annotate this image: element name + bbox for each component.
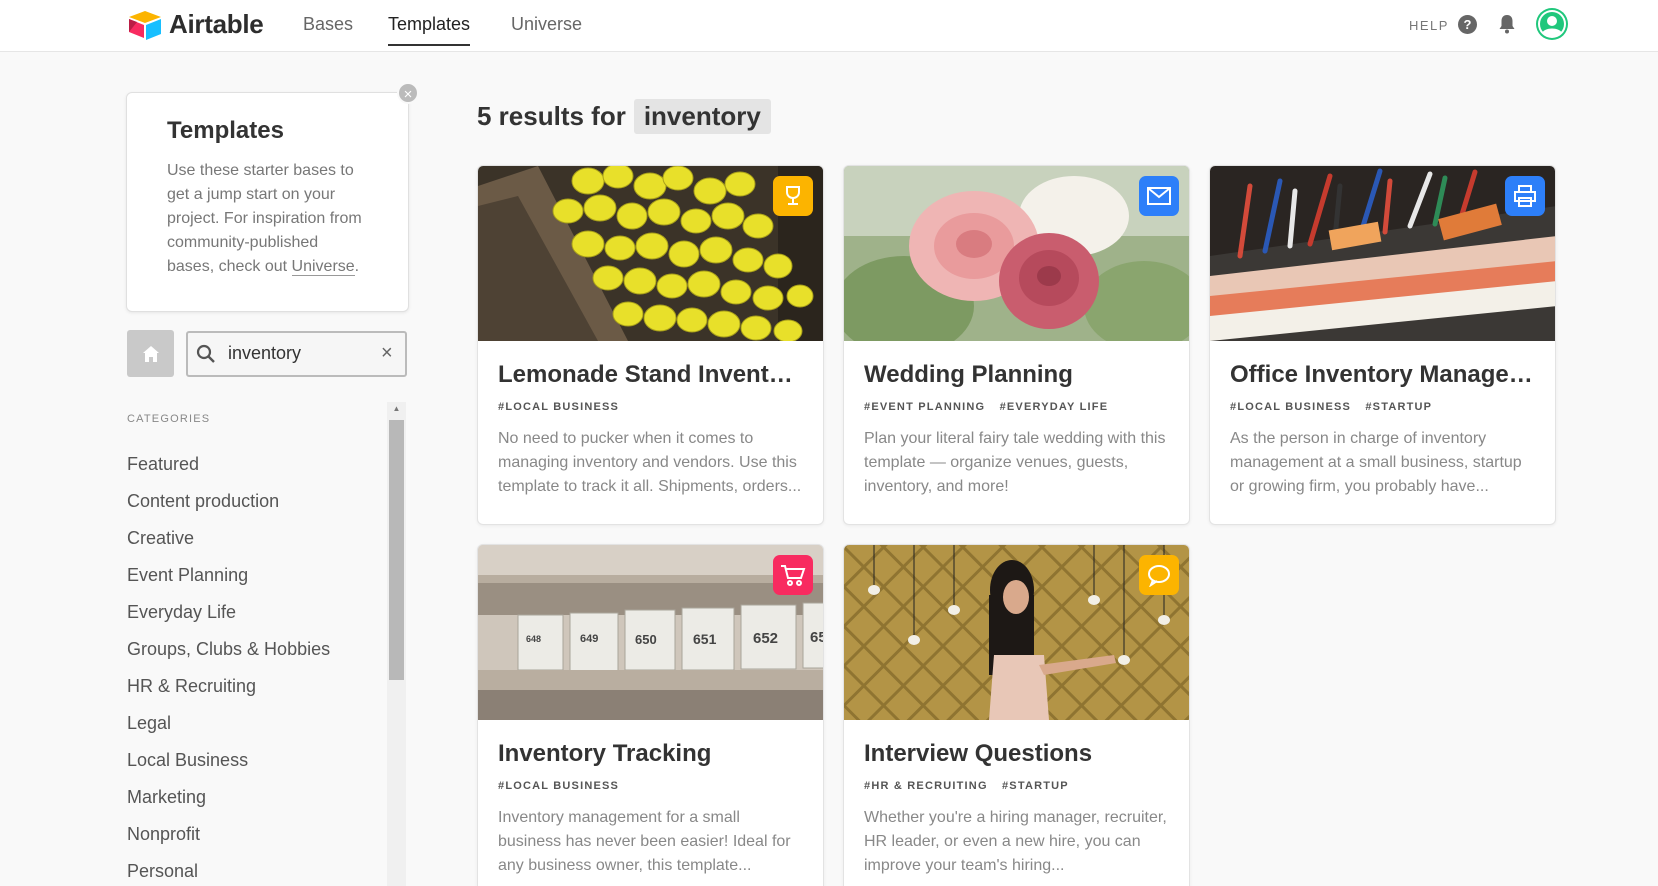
universe-link[interactable]: Universe (291, 258, 355, 276)
card-description: Inventory management for a small busines… (498, 809, 791, 874)
info-end: . (354, 258, 360, 275)
card-tag[interactable]: #STARTUP (1002, 780, 1069, 792)
category-item[interactable]: Nonprofit (127, 822, 330, 859)
card-description: Whether you're a hiring manager, recruit… (864, 809, 1167, 874)
nav-universe[interactable]: Universe (511, 14, 582, 35)
results-heading: 5 results for inventory (477, 99, 771, 134)
category-item[interactable]: Creative (127, 526, 330, 563)
template-card-interview-questions[interactable]: Interview Questions #HR & RECRUITING #ST… (843, 544, 1190, 886)
category-item[interactable]: Personal (127, 859, 330, 886)
cart-icon (773, 555, 813, 595)
category-item[interactable]: Everyday Life (127, 600, 330, 637)
top-bar: Airtable Bases Templates Universe HELP ? (0, 0, 1658, 52)
card-image (478, 166, 823, 341)
results-count: 5 results for (477, 101, 626, 131)
home-button[interactable] (127, 330, 174, 377)
template-card-office-inventory[interactable]: Office Inventory Managem... #LOCAL BUSIN… (1209, 165, 1556, 525)
card-body: Wedding Planning #EVENT PLANNING #EVERYD… (844, 341, 1189, 499)
shelf-label: 650 (635, 632, 657, 647)
nav-bases[interactable]: Bases (303, 14, 353, 35)
category-item[interactable]: HR & Recruiting (127, 674, 330, 711)
info-text: Use these starter bases to get a jump st… (167, 159, 368, 279)
category-item[interactable]: Featured (127, 452, 330, 489)
card-tags: #LOCAL BUSINESS #STARTUP (1230, 401, 1535, 413)
logo-text: Airtable (169, 9, 264, 39)
card-description: Plan your literal fairy tale wedding wit… (864, 430, 1166, 495)
nav-templates[interactable]: Templates (388, 14, 471, 46)
card-tag[interactable]: #LOCAL BUSINESS (1230, 401, 1351, 413)
category-item[interactable]: Event Planning (127, 563, 330, 600)
card-description: No need to pucker when it comes to manag… (498, 430, 802, 495)
close-info-card-button[interactable]: × (397, 82, 419, 104)
templates-info-card: Templates Use these starter bases to get… (126, 92, 409, 312)
card-tag[interactable]: #EVENT PLANNING (864, 401, 985, 413)
card-tag[interactable]: #STARTUP (1365, 401, 1432, 413)
card-tag[interactable]: #HR & RECRUITING (864, 780, 988, 792)
card-tags: #LOCAL BUSINESS (498, 780, 803, 792)
trophy-icon (773, 176, 813, 216)
category-item[interactable]: Marketing (127, 785, 330, 822)
card-body: Office Inventory Managem... #LOCAL BUSIN… (1210, 341, 1555, 499)
category-item[interactable]: Legal (127, 711, 330, 748)
card-title: Inventory Tracking (498, 740, 712, 767)
shelf-label: 648 (526, 634, 542, 644)
card-title: Wedding Planning (864, 361, 1073, 388)
card-body: Inventory Tracking #LOCAL BUSINESS Inven… (478, 720, 823, 878)
card-image (844, 166, 1189, 341)
clear-search-icon[interactable]: × (381, 342, 393, 365)
category-item[interactable]: Content production (127, 489, 330, 526)
airtable-logo-icon (129, 10, 161, 40)
results-query: inventory (633, 99, 771, 134)
help-icon[interactable]: ? (1458, 15, 1477, 34)
info-title: Templates (167, 117, 284, 144)
shelf-label: 652 (753, 630, 779, 647)
template-card-wedding[interactable]: Wedding Planning #EVENT PLANNING #EVERYD… (843, 165, 1190, 525)
card-tags: #LOCAL BUSINESS (498, 401, 803, 413)
card-image (1210, 166, 1555, 341)
category-item[interactable]: Local Business (127, 748, 330, 785)
search-input[interactable] (228, 343, 368, 364)
help-link[interactable]: HELP (1409, 18, 1449, 33)
shelf-label: 649 (580, 633, 599, 645)
card-image (844, 545, 1189, 720)
scrollbar-thumb[interactable] (389, 420, 404, 680)
card-tags: #EVENT PLANNING #EVERYDAY LIFE (864, 401, 1169, 413)
card-tag[interactable]: #LOCAL BUSINESS (498, 780, 619, 792)
search-icon (196, 344, 215, 363)
scroll-up-arrow-icon[interactable]: ▲ (387, 402, 406, 416)
card-title: Interview Questions (864, 740, 1093, 767)
user-icon (1538, 10, 1566, 38)
home-icon (142, 345, 159, 362)
category-list: Featured Content production Creative Eve… (127, 452, 330, 886)
card-body: Lemonade Stand Inventory #LOCAL BUSINESS… (478, 341, 823, 499)
card-tag[interactable]: #LOCAL BUSINESS (498, 401, 619, 413)
card-title: Office Inventory Managem... (1230, 361, 1535, 388)
airtable-logo[interactable]: Airtable (127, 9, 264, 40)
card-image: 648 649 650 651 652 65 (478, 545, 823, 720)
card-tag[interactable]: #EVERYDAY LIFE (1000, 401, 1109, 413)
card-tags: #HR & RECRUITING #STARTUP (864, 780, 1169, 792)
categories-heading: CATEGORIES (127, 413, 211, 425)
category-item[interactable]: Groups, Clubs & Hobbies (127, 637, 330, 674)
template-card-lemonade[interactable]: Lemonade Stand Inventory #LOCAL BUSINESS… (477, 165, 824, 525)
shelf-label: 651 (693, 631, 717, 647)
bell-icon[interactable] (1498, 14, 1516, 34)
card-body: Interview Questions #HR & RECRUITING #ST… (844, 720, 1189, 878)
shelf-label: 65 (810, 629, 823, 646)
search-box: × (186, 331, 407, 377)
user-avatar[interactable] (1536, 8, 1568, 40)
mail-icon (1139, 176, 1179, 216)
printer-icon (1505, 176, 1545, 216)
template-card-inventory-tracking[interactable]: 648 649 650 651 652 65 Inventory Trackin… (477, 544, 824, 886)
card-description: As the person in charge of inventory man… (1230, 430, 1522, 495)
chat-icon (1139, 555, 1179, 595)
card-title: Lemonade Stand Inventory (498, 361, 803, 388)
